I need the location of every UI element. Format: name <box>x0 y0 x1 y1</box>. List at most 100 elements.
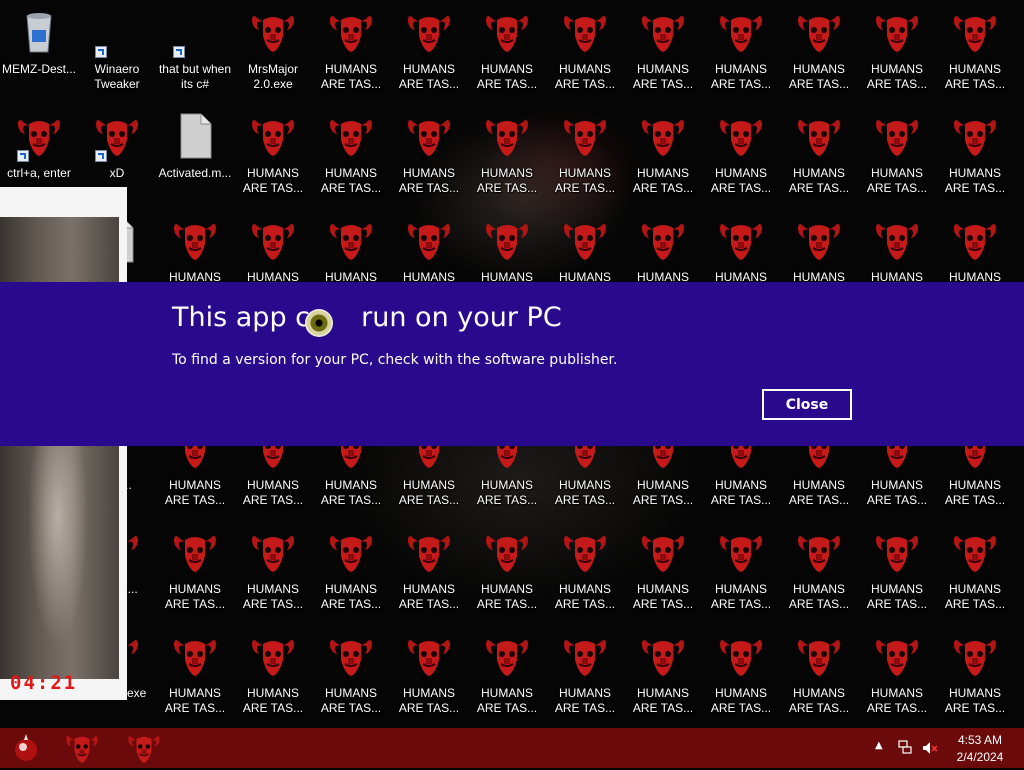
desktop-icon[interactable]: HUMANS ARE TAS... <box>390 4 468 104</box>
shortcut-icon <box>171 8 219 58</box>
ram-icon <box>951 632 999 680</box>
ram-app-button[interactable] <box>64 730 104 766</box>
ram-icon <box>873 528 921 576</box>
desktop-icon-label: HUMANS ARE TAS... <box>554 166 616 195</box>
desktop-icon-label: MrsMajor 2.0.exe <box>248 62 298 91</box>
desktop-icon[interactable]: HUMANS ARE TAS... <box>702 524 780 624</box>
desktop-icon[interactable]: HUMANS ARE TAS... <box>156 628 234 728</box>
volume-muted-icon[interactable] <box>922 740 938 756</box>
desktop-icon[interactable]: HUMANS ARE TAS... <box>858 108 936 208</box>
ram-icon <box>483 112 531 160</box>
start-button[interactable] <box>6 730 46 766</box>
desktop-icon-label: HUMANS ARE TAS... <box>944 478 1006 507</box>
desktop-icon[interactable]: HUMANS ARE TAS... <box>546 524 624 624</box>
ram-icon <box>717 112 765 160</box>
desktop-icon-label: HUMANS ARE TAS... <box>788 62 850 91</box>
desktop-icon[interactable]: HUMANS ARE TAS... <box>312 108 390 208</box>
clock-date[interactable]: 2/4/2024 <box>950 750 1010 764</box>
recycle-bin-icon <box>15 8 63 56</box>
ram-icon <box>717 632 765 680</box>
desktop-icon-label: HUMANS ARE TAS... <box>632 62 694 91</box>
desktop-icon[interactable]: MEMZ-Dest... <box>0 4 78 104</box>
desktop-icon-label: HUMANS ARE TAS... <box>632 686 694 715</box>
desktop-icon[interactable]: HUMANS ARE TAS... <box>546 628 624 728</box>
desktop-icon[interactable]: HUMANS ARE TAS... <box>468 4 546 104</box>
desktop-icon-label: HUMANS ARE TAS... <box>788 686 850 715</box>
desktop-icon[interactable]: HUMANS ARE TAS... <box>390 524 468 624</box>
desktop-icon[interactable]: HUMANS ARE TAS... <box>546 108 624 208</box>
desktop-icon-label: HUMANS ARE TAS... <box>320 582 382 611</box>
ram-icon <box>405 632 453 680</box>
desktop-icon[interactable]: HUMANS ARE TAS... <box>312 524 390 624</box>
desktop-icon[interactable]: HUMANS ARE TAS... <box>312 628 390 728</box>
ram-icon <box>561 216 609 264</box>
desktop-icon[interactable]: HUMANS ARE TAS... <box>780 4 858 104</box>
desktop-icon[interactable]: HUMANS ARE TAS... <box>312 4 390 104</box>
ram-icon <box>873 8 921 56</box>
desktop-icon[interactable]: HUMANS ARE TAS... <box>546 4 624 104</box>
desktop-icon[interactable]: HUMANS ARE TAS... <box>936 524 1014 624</box>
desktop-icon-label: HUMANS ARE TAS... <box>398 478 460 507</box>
desktop-icon[interactable]: HUMANS ARE TAS... <box>936 628 1014 728</box>
desktop-icon[interactable]: HUMANS ARE TAS... <box>468 524 546 624</box>
desktop-icon[interactable]: HUMANS ARE TAS... <box>624 4 702 104</box>
desktop-icon-label: HUMANS ARE TAS... <box>944 62 1006 91</box>
desktop-icon[interactable]: HUMANS ARE TAS... <box>468 628 546 728</box>
ram-app-button-2[interactable] <box>126 730 166 766</box>
desktop-icon[interactable]: HUMANS ARE TAS... <box>780 628 858 728</box>
desktop-icon[interactable]: HUMANS ARE TAS... <box>936 4 1014 104</box>
desktop-icon[interactable]: Winaero Tweaker <box>78 4 156 104</box>
desktop-icon[interactable]: HUMANS ARE TAS... <box>390 628 468 728</box>
ram-icon <box>405 528 453 576</box>
desktop-icon[interactable]: HUMANS ARE TAS... <box>858 628 936 728</box>
desktop-icon[interactable]: HUMANS ARE TAS... <box>780 524 858 624</box>
desktop-icon-label: ctrl+a, enter <box>7 166 71 180</box>
desktop-icon-label: HUMANS ARE TAS... <box>710 686 772 715</box>
ram-icon <box>561 528 609 576</box>
desktop-icon[interactable]: HUMANS ARE TAS... <box>468 108 546 208</box>
desktop-icon-label: HUMANS ARE TAS... <box>320 62 382 91</box>
desktop-icon[interactable]: HUMANS ARE TAS... <box>858 4 936 104</box>
desktop-icon[interactable]: HUMANS ARE TAS... <box>390 108 468 208</box>
desktop-icon-label: HUMANS ARE TAS... <box>554 686 616 715</box>
desktop-icon[interactable]: Activated.m... <box>156 108 234 208</box>
desktop-icon-label: HUMANS ARE TAS... <box>710 582 772 611</box>
ram-icon <box>561 112 609 160</box>
clock-time[interactable]: 4:53 AM <box>950 733 1010 747</box>
ram-icon <box>171 216 219 264</box>
desktop-icon[interactable]: HUMANS ARE TAS... <box>702 628 780 728</box>
close-button[interactable]: Close <box>761 388 853 421</box>
desktop-icon-label: HUMANS ARE TAS... <box>164 686 226 715</box>
desktop-icon[interactable]: HUMANS ARE TAS... <box>624 524 702 624</box>
desktop-icon-label: HUMANS ARE TAS... <box>320 166 382 195</box>
ram-icon <box>249 112 297 160</box>
desktop-icon-label: that but when its c# <box>158 62 232 91</box>
desktop-icon[interactable]: MrsMajor 2.0.exe <box>234 4 312 104</box>
desktop-icon[interactable]: HUMANS ARE TAS... <box>702 108 780 208</box>
ram-icon <box>639 8 687 56</box>
desktop-icon[interactable]: HUMANS ARE TAS... <box>702 4 780 104</box>
shortcut-icon <box>93 8 141 58</box>
desktop-icon-label: HUMANS ARE TAS... <box>242 478 304 507</box>
ram-icon <box>639 216 687 264</box>
desktop-icon[interactable]: HUMANS ARE TAS... <box>234 628 312 728</box>
desktop-icon[interactable]: HUMANS ARE TAS... <box>936 108 1014 208</box>
ram-icon <box>795 632 843 680</box>
desktop-icon-label: xD <box>109 166 125 180</box>
desktop-icon[interactable]: that but when its c# <box>156 4 234 104</box>
desktop-icon[interactable]: HUMANS ARE TAS... <box>156 524 234 624</box>
desktop-icon[interactable]: HUMANS ARE TAS... <box>780 108 858 208</box>
network-icon[interactable] <box>898 740 912 754</box>
taskbar: ▲ 4:53 AM 2/4/2024 <box>0 728 1024 768</box>
desktop-icon[interactable]: HUMANS ARE TAS... <box>234 108 312 208</box>
desktop-icon[interactable]: HUMANS ARE TAS... <box>624 108 702 208</box>
desktop-icon-label: HUMANS ARE TAS... <box>788 478 850 507</box>
app-cant-run-dialog: This app ca run on your PC To find a ver… <box>0 282 1024 446</box>
desktop-icon-label: HUMANS ARE TAS... <box>242 686 304 715</box>
desktop-icon[interactable]: HUMANS ARE TAS... <box>858 524 936 624</box>
show-hidden-icons-button[interactable]: ▲ <box>875 740 883 751</box>
dialog-title: This app ca run on your PC <box>172 302 562 333</box>
desktop-icon[interactable]: HUMANS ARE TAS... <box>234 524 312 624</box>
desktop-icon[interactable]: HUMANS ARE TAS... <box>624 628 702 728</box>
ram-icon <box>171 632 219 680</box>
